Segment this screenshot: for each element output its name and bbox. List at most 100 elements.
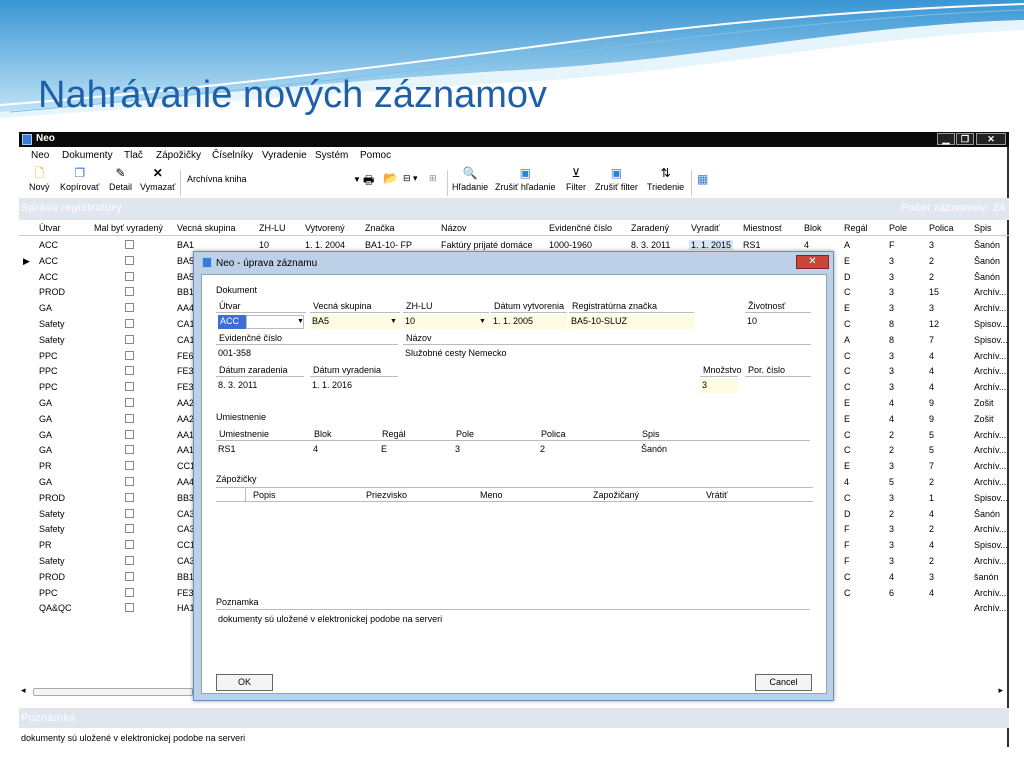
collapse-icon[interactable]: ⊟ ▾ (403, 173, 418, 184)
mal-byt-vyradeny-checkbox[interactable] (125, 540, 134, 550)
col-spis-cell: Archív... (974, 524, 1007, 535)
mal-byt-vyradeny-checkbox[interactable] (125, 255, 134, 265)
mal-byt-vyradeny-checkbox[interactable] (125, 556, 134, 565)
header-col-znacka[interactable]: Značka (365, 223, 395, 233)
polica-field[interactable]: 2 (538, 443, 598, 457)
zhlu-dropdown-icon[interactable]: ▼ (479, 318, 486, 325)
header-col-vyradit[interactable]: Vyradiť (691, 223, 720, 233)
new-button[interactable]: 🗋 Nový (29, 166, 50, 192)
nazov-field[interactable]: Služobné cesty Nemecko (403, 347, 811, 361)
mal-byt-vyradeny-checkbox[interactable] (125, 413, 134, 423)
datum-zaradenia-field[interactable]: 8. 3. 2011 (216, 379, 304, 393)
utvar-select[interactable]: ACC (218, 315, 246, 329)
header-col-regal[interactable]: Regál (844, 223, 868, 233)
mal-byt-vyradeny-checkbox[interactable] (125, 508, 134, 518)
header-col-polica[interactable]: Polica (929, 223, 954, 233)
expand-icon[interactable]: ⊞ (429, 173, 437, 184)
mal-byt-vyradeny-checkbox[interactable] (125, 587, 134, 597)
mal-byt-vyradeny-checkbox[interactable] (125, 287, 134, 297)
menu-system[interactable]: Systém (315, 150, 348, 161)
cancel-search-label: Zrušiť hľadanie (495, 182, 556, 192)
header-col-zaradeny[interactable]: Zaradený (631, 223, 669, 233)
header-col-mal-byt-vyradeny[interactable]: Mal byť vyradený (94, 223, 163, 233)
spis-field[interactable]: Šanón (639, 443, 699, 457)
col-polica-cell: 5 (929, 429, 935, 440)
folder-icon[interactable]: 📂 (383, 171, 398, 185)
datum-vyradenia-field[interactable]: 1. 1. 2016 (310, 379, 398, 393)
menu-ciselniky[interactable]: Číselníky (212, 150, 253, 161)
sort-button[interactable]: ⇅ Triedenie (647, 166, 684, 192)
minimize-button[interactable]: ▁ (937, 133, 955, 145)
header-col-nazov[interactable]: Názov (441, 223, 467, 233)
menu-pomoc[interactable]: Pomoc (360, 150, 391, 161)
mnozstvo-field[interactable]: 3 (700, 379, 738, 393)
maximize-button[interactable]: ❐ (956, 133, 974, 145)
regal-field[interactable]: E (379, 443, 439, 457)
cancel-filter-button[interactable]: ▣ Zrušiť filter (595, 166, 638, 192)
mal-byt-vyradeny-checkbox[interactable] (125, 477, 134, 486)
mal-byt-vyradeny-checkbox[interactable] (125, 603, 134, 613)
calculator-icon[interactable]: ▦ (697, 172, 708, 186)
blok-field[interactable]: 4 (311, 443, 371, 457)
header-col-vytvoreny[interactable]: Vytvorený (305, 223, 345, 233)
mal-byt-vyradeny-checkbox[interactable] (125, 350, 134, 360)
evidencne-cislo-field[interactable]: 001-358 (216, 347, 398, 361)
mal-byt-vyradeny-checkbox[interactable] (125, 334, 134, 344)
mal-byt-vyradeny-checkbox[interactable] (125, 303, 134, 313)
menu-zapozicky[interactable]: Zápožičky (156, 150, 201, 161)
col-vecna-skupina-cell: FE6 (177, 350, 194, 361)
scroll-thumb[interactable] (33, 688, 193, 696)
menu-neo[interactable]: Neo (31, 150, 49, 161)
datum-vytvorenia-field[interactable]: 1. 1. 2005 (491, 315, 567, 329)
menu-dokumenty[interactable]: Dokumenty (62, 150, 113, 161)
cancel-button[interactable]: Cancel (755, 674, 812, 691)
vecna-skupina-select[interactable]: BA5 (310, 315, 400, 329)
filter-button[interactable]: ⊻ Filter (566, 166, 586, 192)
mal-byt-vyradeny-checkbox[interactable] (125, 398, 134, 407)
col-pole-cell: 3 (889, 287, 895, 298)
col-vecna-skupina-cell: CA3 (177, 556, 195, 566)
mal-byt-vyradeny-checkbox[interactable] (125, 461, 134, 471)
mal-byt-vyradeny-checkbox[interactable] (125, 429, 134, 439)
header-col-zhlu[interactable]: ZH-LU (259, 223, 286, 233)
header-col-pole[interactable]: Pole (889, 223, 907, 233)
mal-byt-vyradeny-checkbox[interactable] (125, 271, 134, 281)
close-window-button[interactable]: ✕ (976, 133, 1006, 145)
vecna-skupina-dropdown-icon[interactable]: ▼ (390, 318, 397, 325)
header-col-spis[interactable]: Spis (974, 223, 992, 233)
mal-byt-vyradeny-checkbox[interactable] (125, 524, 134, 534)
scroll-left-icon[interactable]: ◂ (21, 685, 26, 696)
pole-field[interactable]: 3 (453, 443, 513, 457)
detail-button[interactable]: ✎ Detail (109, 166, 132, 192)
search-button[interactable]: 🔍 Hľadanie (452, 166, 488, 192)
zhlu-select[interactable]: 10 (403, 315, 489, 329)
copy-button[interactable]: ❐ Kopírovať (60, 166, 99, 192)
menu-vyradenie[interactable]: Vyradenie (262, 150, 307, 161)
mal-byt-vyradeny-checkbox[interactable] (125, 240, 134, 249)
scroll-right-icon[interactable]: ▸ (998, 685, 1003, 696)
utvar-dropdown-icon[interactable]: ▼ (297, 318, 304, 325)
mal-byt-vyradeny-checkbox[interactable] (125, 445, 134, 455)
header-col-vecna-skupina[interactable]: Vecná skupina (177, 223, 236, 233)
header-col-evidencne-cislo[interactable]: Evidenčné číslo (549, 223, 612, 233)
book-dropdown-arrow-icon[interactable]: ▼ (353, 175, 361, 184)
header-col-blok[interactable]: Blok (804, 223, 822, 233)
zivotnost-field[interactable]: 10 (745, 315, 811, 329)
ok-button[interactable]: OK (216, 674, 273, 691)
cancel-search-button[interactable]: ▣ Zrušiť hľadanie (495, 166, 556, 192)
mal-byt-vyradeny-checkbox[interactable] (125, 319, 134, 328)
mal-byt-vyradeny-checkbox[interactable] (125, 382, 134, 392)
mal-byt-vyradeny-checkbox[interactable] (125, 571, 134, 581)
mal-byt-vyradeny-checkbox[interactable] (125, 492, 134, 502)
utvar-select-box[interactable] (246, 315, 304, 329)
print-icon[interactable]: 🖶 (363, 171, 374, 192)
registraturna-znacka-field[interactable]: BA5-10-SLUZ (569, 315, 694, 329)
delete-button[interactable]: ✕ Vymazať (140, 166, 176, 192)
header-col-utvar[interactable]: Útvar (39, 223, 61, 233)
mal-byt-vyradeny-checkbox[interactable] (125, 366, 134, 376)
header-col-miestnost[interactable]: Miestnosť (743, 223, 782, 233)
menu-tlac[interactable]: Tlač (124, 150, 143, 161)
umiestnenie-field[interactable]: RS1 (216, 443, 306, 457)
dialog-close-button[interactable]: ✕ (796, 255, 829, 269)
poznamka-field[interactable]: dokumenty sú uložené v elektronickej pod… (216, 613, 810, 627)
